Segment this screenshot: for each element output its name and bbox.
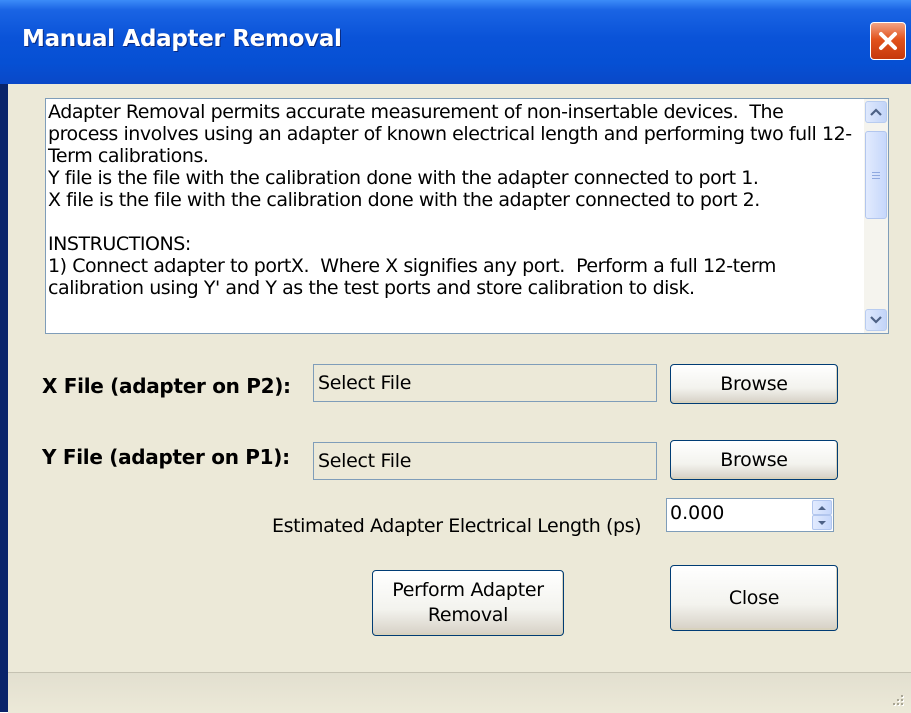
perform-adapter-removal-button[interactable]: Perform Adapter Removal: [372, 570, 564, 636]
x-file-field[interactable]: Select File: [313, 364, 657, 402]
scroll-up-button[interactable]: [865, 101, 887, 123]
chevron-up-icon: [870, 108, 882, 116]
grip-lines-icon: [872, 171, 880, 179]
electrical-length-label: Estimated Adapter Electrical Length (ps): [272, 515, 642, 537]
status-bar: [8, 672, 911, 713]
scroll-thumb[interactable]: [865, 131, 887, 219]
description-scrollbar[interactable]: [864, 99, 888, 333]
description-textbox[interactable]: Adapter Removal permits accurate measure…: [45, 98, 889, 334]
resize-grip-icon[interactable]: [889, 691, 905, 707]
x-file-label: X File (adapter on P2):: [42, 374, 291, 398]
dialog-window: Manual Adapter Removal Adapter Removal p…: [0, 0, 911, 713]
close-button[interactable]: Close: [670, 565, 838, 631]
y-file-field[interactable]: Select File: [313, 442, 657, 480]
dialog-body: Adapter Removal permits accurate measure…: [8, 84, 911, 713]
spin-up-button[interactable]: [812, 500, 832, 515]
description-text: Adapter Removal permits accurate measure…: [48, 101, 852, 299]
close-icon: [879, 32, 897, 50]
spin-down-button[interactable]: [812, 515, 832, 530]
y-file-browse-button[interactable]: Browse: [670, 440, 838, 480]
scroll-down-button[interactable]: [865, 309, 887, 331]
chevron-down-icon: [870, 316, 882, 324]
title-bar[interactable]: Manual Adapter Removal: [0, 0, 911, 84]
x-file-browse-button[interactable]: Browse: [670, 364, 838, 404]
electrical-length-value[interactable]: 0.000: [670, 502, 724, 524]
close-window-button[interactable]: [870, 22, 906, 60]
triangle-up-icon: [818, 505, 826, 510]
electrical-length-spinner[interactable]: 0.000: [666, 498, 834, 532]
window-title: Manual Adapter Removal: [22, 26, 342, 52]
triangle-down-icon: [818, 520, 826, 525]
y-file-label: Y File (adapter on P1):: [42, 445, 290, 469]
